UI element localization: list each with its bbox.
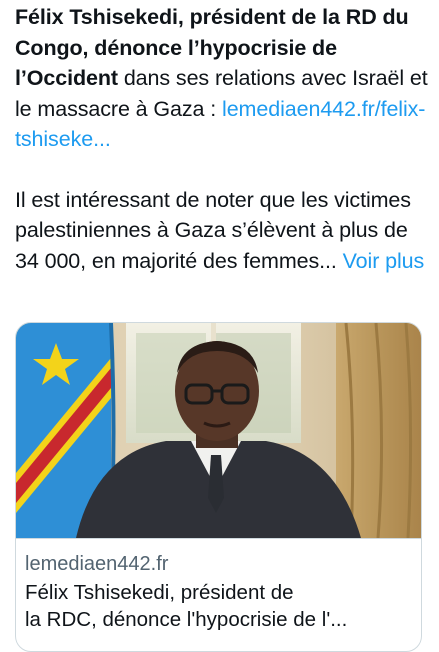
card-title-line-1: Félix Tshisekedi, président de [25, 581, 294, 604]
card-footer: lemediaen442.fr Félix Tshisekedi, présid… [16, 538, 421, 651]
card-title-line-2: la RDC, dénonce l'hypocrisie de l'... [25, 608, 348, 631]
card-title: Félix Tshisekedi, président de la RDC, d… [25, 579, 414, 633]
link-preview-card[interactable]: lemediaen442.fr Félix Tshisekedi, présid… [15, 322, 422, 652]
card-domain: lemediaen442.fr [25, 553, 169, 575]
show-more-link[interactable]: Voir plus [343, 249, 425, 273]
post: Félix Tshisekedi, président de la RD du … [0, 0, 439, 652]
post-text: Félix Tshisekedi, président de la RD du … [15, 2, 430, 276]
interview-photo [16, 323, 421, 538]
card-image[interactable] [16, 323, 421, 538]
